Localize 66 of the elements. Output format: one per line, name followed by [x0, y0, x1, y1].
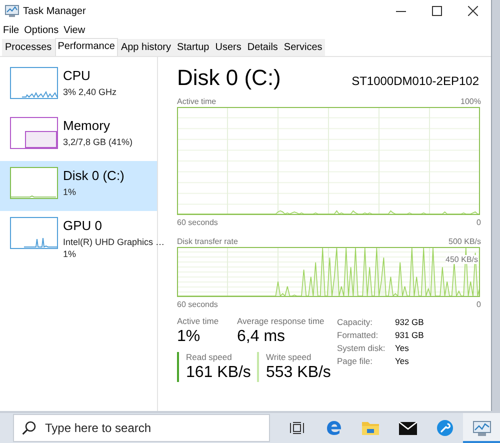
- graph-max: 100%: [460, 96, 481, 106]
- search-placeholder: Type here to search: [45, 421, 152, 435]
- property-value: 932 GB: [395, 317, 424, 327]
- property-label: Formatted:: [337, 330, 380, 340]
- device-detail: 3% 2,40 GHz: [63, 86, 117, 98]
- tab[interactable]: Services: [280, 39, 326, 56]
- device-detail: 1%: [63, 248, 78, 260]
- menu-item[interactable]: File: [3, 24, 20, 36]
- folder-icon[interactable]: [362, 421, 379, 435]
- menu-item[interactable]: Options: [24, 24, 59, 36]
- device-name: CPU: [63, 68, 92, 83]
- time-span: 60 seconds: [177, 218, 218, 226]
- disk-model: ST1000DM010-2EP102: [352, 74, 480, 88]
- disk-thumbnail-graph: [10, 167, 58, 199]
- device-detail: Intel(R) UHD Graphics …: [63, 236, 165, 248]
- property-value: 931 GB: [395, 330, 424, 340]
- graph-label: Disk transfer rate: [177, 236, 238, 246]
- graph-min: 0: [476, 218, 481, 226]
- search-icon: [22, 421, 36, 435]
- sidebar-item[interactable]: Memory 3,2/7,8 GB (41%): [0, 111, 157, 161]
- device-detail: 3,2/7,8 GB (41%): [63, 136, 133, 148]
- stat-label: Read speed: [186, 352, 233, 362]
- tab[interactable]: Performance: [54, 38, 118, 56]
- sidebar-item[interactable]: Disk 0 (C:) 1%: [0, 161, 157, 211]
- close-icon: [468, 6, 478, 16]
- device-detail: 1%: [63, 186, 78, 198]
- property-value: Yes: [395, 356, 410, 366]
- browser-icon[interactable]: [326, 420, 342, 436]
- property-label: Capacity:: [337, 317, 374, 327]
- tab[interactable]: Users: [212, 39, 244, 56]
- stat-value: 553 KB/s: [266, 364, 332, 382]
- sidebar-item[interactable]: CPU 3% 2,40 GHz: [0, 61, 157, 111]
- menu-item[interactable]: View: [64, 24, 86, 36]
- search-field[interactable]: Type here to search: [13, 414, 270, 442]
- device-name: Disk 0 (C:): [63, 168, 124, 183]
- property-label: System disk:: [337, 343, 386, 353]
- graph-label: Active time: [177, 96, 216, 106]
- window-title: Task Manager: [23, 6, 87, 16]
- app-icon: [5, 5, 19, 17]
- tab[interactable]: Processes: [2, 39, 55, 56]
- stat-value: 1%: [177, 328, 202, 346]
- stat-value: 6,4 ms: [237, 328, 286, 346]
- graph-marker: 450 KB/s: [446, 255, 478, 264]
- time-span: 60 seconds: [177, 300, 218, 308]
- tab[interactable]: App history: [118, 39, 174, 56]
- mail-icon[interactable]: [398, 422, 416, 434]
- task-manager-icon[interactable]: [472, 420, 490, 436]
- graph-max: 500 KB/s: [448, 236, 481, 246]
- gpu-thumbnail-graph: [10, 217, 58, 249]
- stat-label: Average response time: [237, 316, 326, 326]
- property-label: Page file:: [337, 356, 374, 366]
- tab[interactable]: Details: [244, 39, 281, 56]
- memory-thumbnail-graph: [10, 117, 58, 149]
- stat-label: Write speed: [266, 352, 312, 362]
- disk-title: Disk 0 (C:): [177, 65, 281, 91]
- stat-value: 161 KB/s: [186, 364, 252, 382]
- cpu-thumbnail-graph: [10, 67, 58, 99]
- wrench-icon[interactable]: [436, 420, 452, 436]
- property-value: Yes: [395, 343, 410, 353]
- stat-label: Active time: [177, 316, 220, 326]
- graph-min: 0: [476, 300, 481, 308]
- device-name: Memory: [63, 118, 111, 133]
- device-name: GPU 0: [63, 218, 104, 233]
- task-view-icon[interactable]: [290, 422, 304, 434]
- maximize-icon: [432, 6, 442, 16]
- tab[interactable]: Startup: [174, 39, 212, 56]
